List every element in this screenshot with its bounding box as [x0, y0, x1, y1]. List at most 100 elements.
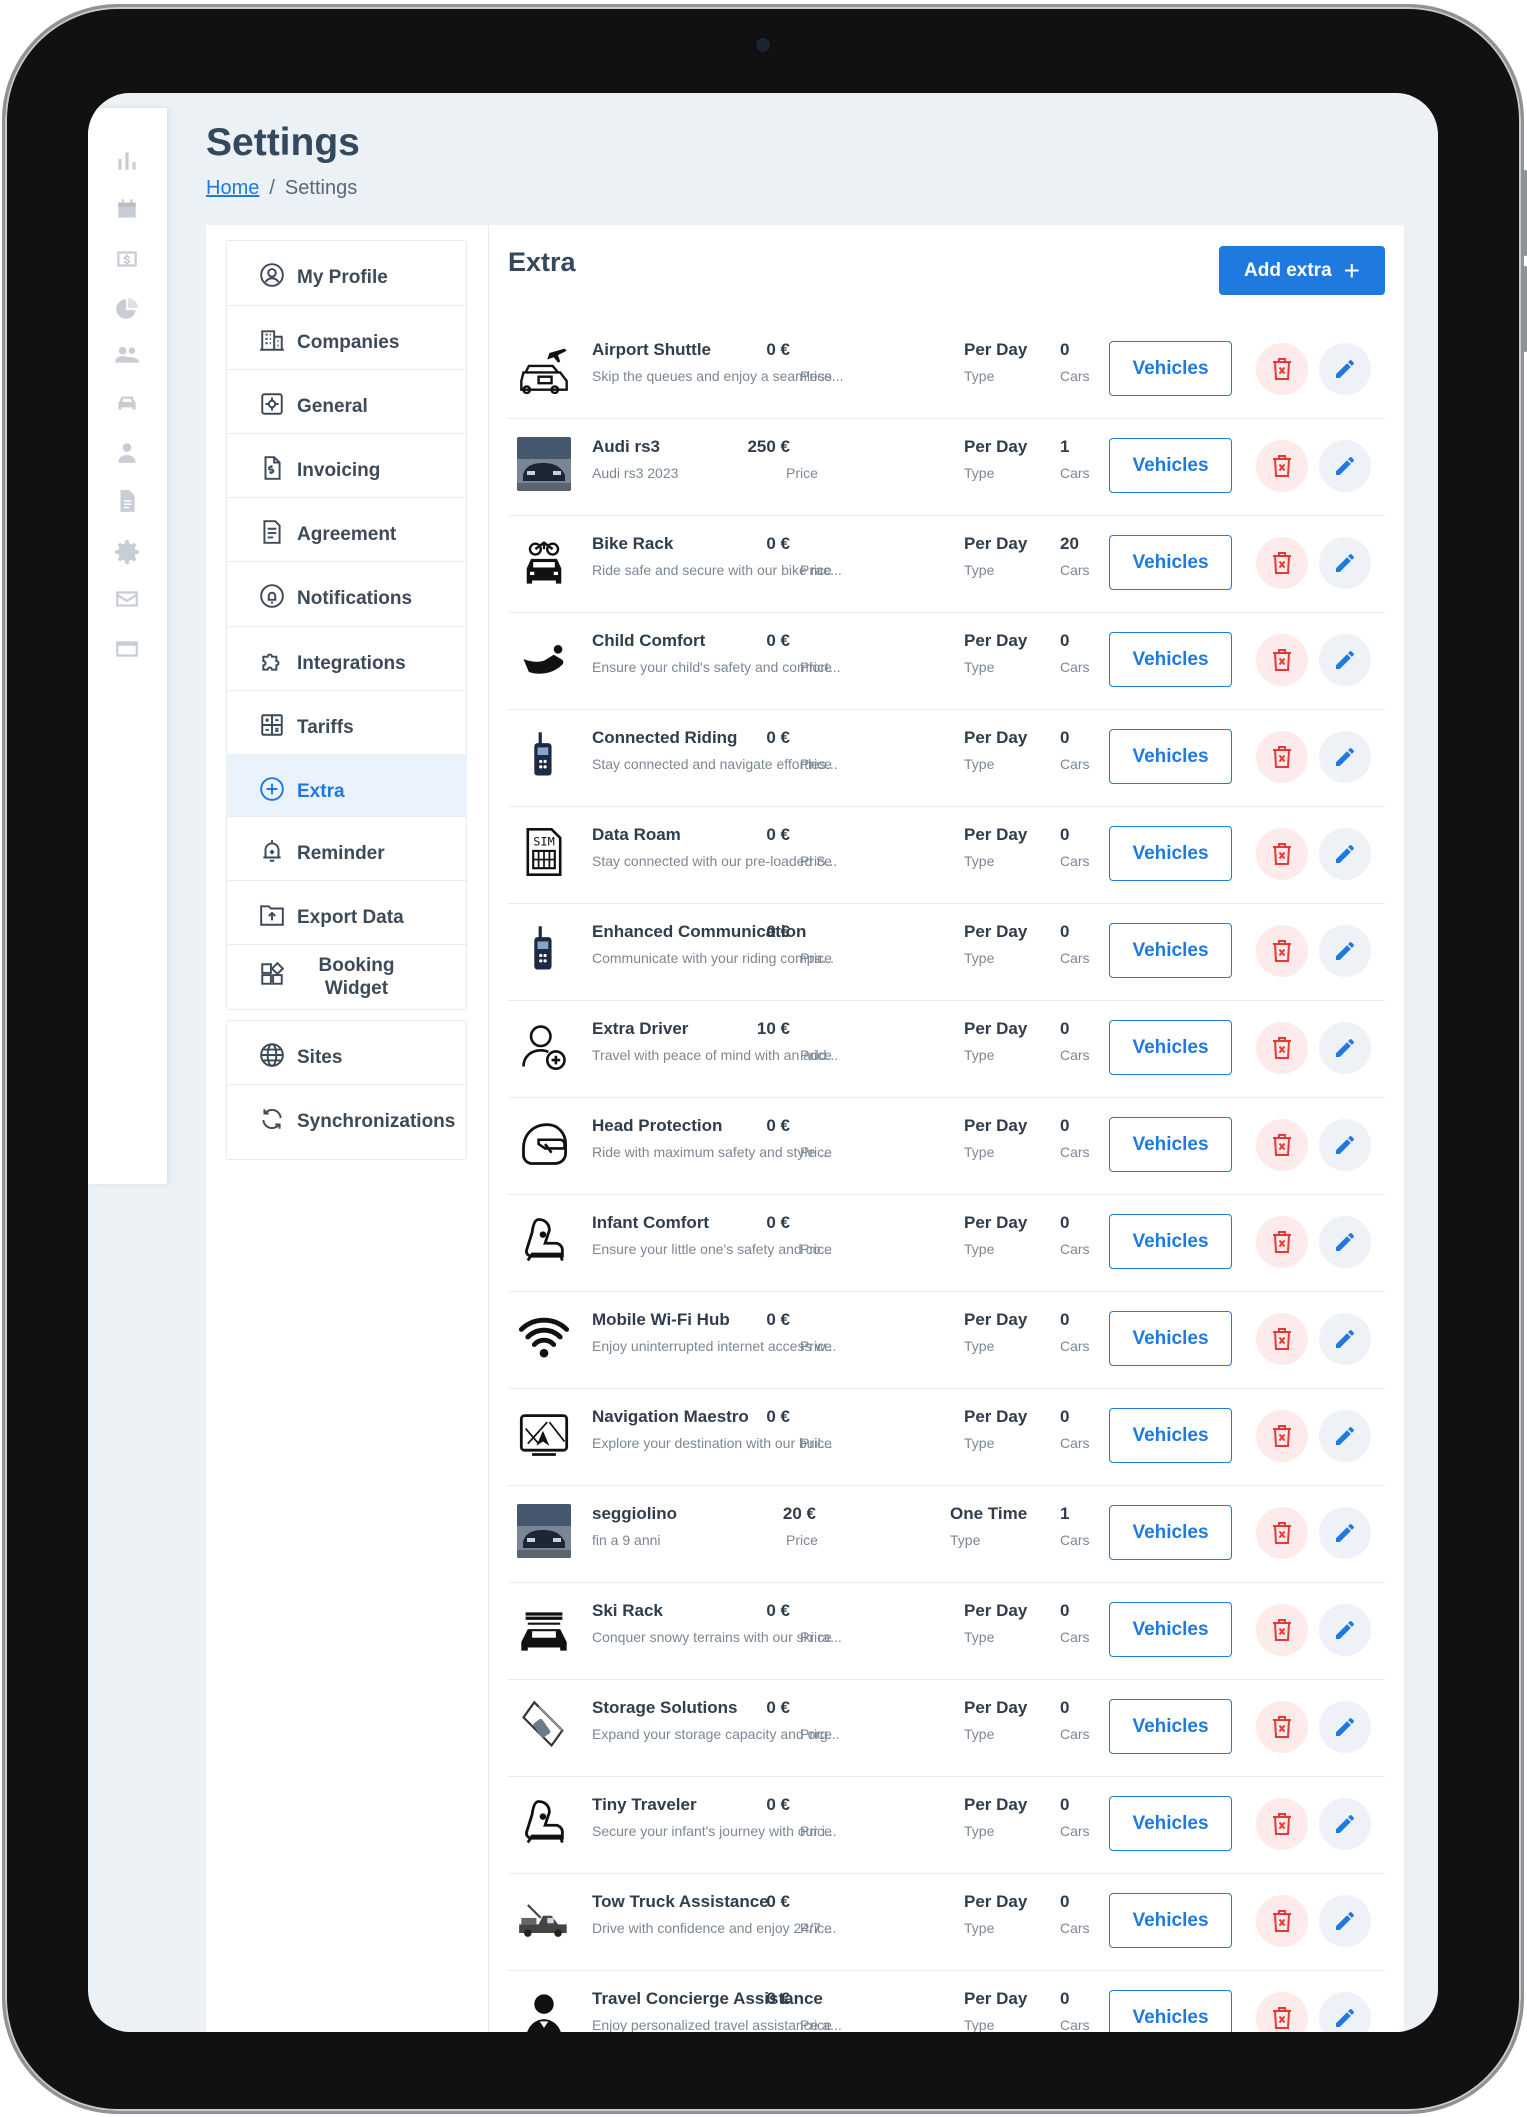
- vehicles-button[interactable]: Vehicles: [1109, 923, 1232, 978]
- delete-button[interactable]: [1256, 537, 1308, 589]
- delete-button[interactable]: [1256, 731, 1308, 783]
- icon-rail: [88, 108, 167, 1184]
- vehicles-button[interactable]: Vehicles: [1109, 826, 1232, 881]
- cars-label: Cars: [1060, 2017, 1090, 2032]
- vehicles-label: Vehicles: [1132, 1812, 1209, 1834]
- delete-button[interactable]: [1256, 1313, 1308, 1365]
- document-icon[interactable]: [114, 488, 140, 514]
- person-icon[interactable]: [114, 440, 140, 466]
- edit-button[interactable]: [1319, 440, 1371, 492]
- vehicles-button[interactable]: Vehicles: [1109, 341, 1232, 396]
- delete-button[interactable]: [1256, 440, 1308, 492]
- menu-item-label: Invoicing: [297, 460, 381, 481]
- edit-button[interactable]: [1319, 1992, 1371, 2032]
- vehicles-button[interactable]: Vehicles: [1109, 535, 1232, 590]
- edit-button[interactable]: [1319, 1798, 1371, 1850]
- extra-cars: 0: [1060, 728, 1070, 747]
- edit-button[interactable]: [1319, 1313, 1371, 1365]
- menu-item-label: Extra: [297, 781, 345, 802]
- delete-button[interactable]: [1256, 1798, 1308, 1850]
- vehicles-button[interactable]: Vehicles: [1109, 1602, 1232, 1657]
- extra-price: 0 €: [766, 1892, 790, 1911]
- edit-button[interactable]: [1319, 1410, 1371, 1462]
- delete-button[interactable]: [1256, 828, 1308, 880]
- extra-cars: 1: [1060, 1504, 1070, 1523]
- extra-cars: 0: [1060, 1116, 1070, 1135]
- breadcrumb-current: Settings: [284, 177, 358, 199]
- vehicles-button[interactable]: Vehicles: [1109, 1699, 1232, 1754]
- type-label: Type: [964, 1435, 995, 1451]
- menu-item-label: Booking Widget: [318, 955, 395, 999]
- edit-button[interactable]: [1319, 343, 1371, 395]
- vehicles-label: Vehicles: [1132, 939, 1209, 961]
- edit-button[interactable]: [1319, 634, 1371, 686]
- delete-button[interactable]: [1256, 1701, 1308, 1753]
- cars-label: Cars: [1060, 950, 1090, 966]
- delete-button[interactable]: [1256, 634, 1308, 686]
- trash-icon: [1273, 940, 1291, 962]
- trash-icon: [1273, 649, 1291, 671]
- vehicles-button[interactable]: Vehicles: [1109, 1214, 1232, 1269]
- extra-price: 0 €: [766, 1795, 790, 1814]
- vehicles-button[interactable]: Vehicles: [1109, 1505, 1232, 1560]
- add-extra-button[interactable]: Add extra +: [1219, 246, 1385, 295]
- pencil-icon: [1336, 2008, 1354, 2027]
- car-icon[interactable]: [114, 390, 140, 416]
- vehicles-button[interactable]: Vehicles: [1109, 1408, 1232, 1463]
- vehicles-button[interactable]: Vehicles: [1109, 438, 1232, 493]
- extra-type: Per Day: [964, 534, 1028, 553]
- cars-label: Cars: [1060, 659, 1090, 675]
- volume-down-button: [1521, 266, 1527, 352]
- pencil-icon: [1336, 941, 1354, 960]
- delete-button[interactable]: [1256, 1119, 1308, 1171]
- vehicles-button[interactable]: Vehicles: [1109, 1311, 1232, 1366]
- delete-button[interactable]: [1256, 1022, 1308, 1074]
- delete-button[interactable]: [1256, 1216, 1308, 1268]
- edit-button[interactable]: [1319, 537, 1371, 589]
- vehicles-button[interactable]: Vehicles: [1109, 1893, 1232, 1948]
- menu-item-synchronizations[interactable]: Synchronizations: [226, 1084, 467, 1160]
- vehicles-button[interactable]: Vehicles: [1109, 1020, 1232, 1075]
- delete-button[interactable]: [1256, 343, 1308, 395]
- users-icon[interactable]: [114, 342, 140, 368]
- edit-button[interactable]: [1319, 1895, 1371, 1947]
- delete-button[interactable]: [1256, 1895, 1308, 1947]
- delete-button[interactable]: [1256, 1507, 1308, 1559]
- mail-icon[interactable]: [114, 586, 140, 612]
- vehicles-button[interactable]: Vehicles: [1109, 1117, 1232, 1172]
- calendar-icon[interactable]: [114, 196, 140, 222]
- delete-button[interactable]: [1256, 1604, 1308, 1656]
- extra-row: Storage Solutions Expand your storage cap…: [508, 1680, 1385, 1777]
- pencil-icon: [1336, 1232, 1354, 1251]
- edit-button[interactable]: [1319, 1119, 1371, 1171]
- bar-chart-icon[interactable]: [114, 148, 140, 174]
- vehicles-button[interactable]: Vehicles: [1109, 1990, 1232, 2032]
- edit-button[interactable]: [1319, 1701, 1371, 1753]
- edit-button[interactable]: [1319, 925, 1371, 977]
- delete-button[interactable]: [1256, 925, 1308, 977]
- edit-button[interactable]: [1319, 1604, 1371, 1656]
- edit-button[interactable]: [1319, 1507, 1371, 1559]
- pie-chart-icon[interactable]: [114, 296, 140, 322]
- dollar-icon[interactable]: [114, 246, 140, 272]
- edit-button[interactable]: [1319, 731, 1371, 783]
- vehicles-button[interactable]: Vehicles: [1109, 729, 1232, 784]
- extra-cars: 0: [1060, 1310, 1070, 1329]
- breadcrumb-home-link[interactable]: Home: [206, 177, 259, 199]
- delete-button[interactable]: [1256, 1410, 1308, 1462]
- trash-icon: [1273, 1522, 1291, 1544]
- extra-row: seggiolino fin a 9 anni 20 € Price One Time T…: [508, 1486, 1385, 1583]
- vehicles-button[interactable]: Vehicles: [1109, 632, 1232, 687]
- vehicles-button[interactable]: Vehicles: [1109, 1796, 1232, 1851]
- plus-circle-icon: [259, 776, 297, 808]
- vehicles-label: Vehicles: [1132, 454, 1209, 476]
- edit-button[interactable]: [1319, 1216, 1371, 1268]
- menu-item-booking-widget[interactable]: Booking Widget: [226, 944, 467, 1010]
- gear-icon[interactable]: [114, 538, 140, 564]
- edit-button[interactable]: [1319, 828, 1371, 880]
- edit-button[interactable]: [1319, 1022, 1371, 1074]
- tablet-frame: Settings Home / Settings My Profile Compani…: [0, 0, 1527, 2117]
- price-label: Price: [800, 368, 832, 384]
- credit-card-icon[interactable]: [114, 636, 140, 662]
- delete-button[interactable]: [1256, 1992, 1308, 2032]
